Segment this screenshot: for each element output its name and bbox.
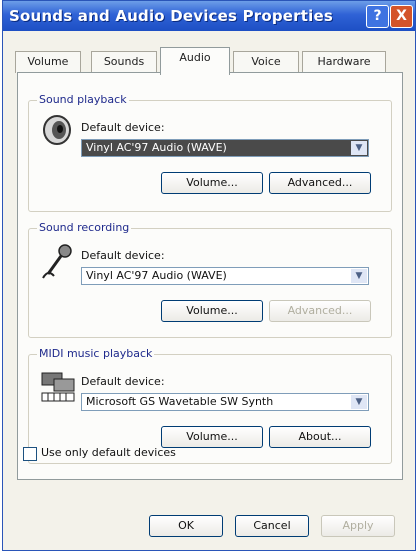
chevron-down-icon[interactable]: ▼ xyxy=(351,269,367,283)
title-bar[interactable]: Sounds and Audio Devices Properties ? X xyxy=(3,1,415,31)
sound-recording-group: Sound recording Default device: Vinyl AC… xyxy=(28,221,392,338)
tab-sounds[interactable]: Sounds xyxy=(91,51,157,73)
sound-playback-group: Sound playback Default device: Vinyl AC'… xyxy=(28,93,392,212)
default-device-label: Default device: xyxy=(81,121,165,134)
selected-value: Vinyl AC'97 Audio (WAVE) xyxy=(86,141,227,154)
checkbox-box[interactable] xyxy=(23,447,37,461)
midi-volume-button[interactable]: Volume... xyxy=(161,426,263,448)
group-label: Sound playback xyxy=(37,93,129,106)
help-button[interactable]: ? xyxy=(366,5,389,28)
cancel-button[interactable]: Cancel xyxy=(235,515,309,537)
recording-volume-button[interactable]: Volume... xyxy=(161,300,263,322)
selected-value: Microsoft GS Wavetable SW Synth xyxy=(86,395,274,408)
playback-advanced-button[interactable]: Advanced... xyxy=(269,172,371,194)
midi-about-button[interactable]: About... xyxy=(269,426,371,448)
chevron-down-icon[interactable]: ▼ xyxy=(351,141,367,155)
midi-device-select[interactable]: Microsoft GS Wavetable SW Synth ▼ xyxy=(81,393,369,411)
group-label: MIDI music playback xyxy=(37,347,155,360)
default-device-label: Default device: xyxy=(81,375,165,388)
checkbox-label: Use only default devices xyxy=(41,446,176,459)
microphone-icon xyxy=(42,244,72,279)
close-button[interactable]: X xyxy=(390,5,413,28)
apply-button: Apply xyxy=(321,515,395,537)
ok-button[interactable]: OK xyxy=(149,515,223,537)
tab-voice[interactable]: Voice xyxy=(233,51,299,73)
group-label: Sound recording xyxy=(37,221,132,234)
tab-volume[interactable]: Volume xyxy=(15,51,81,73)
audio-tab-panel: Sound playback Default device: Vinyl AC'… xyxy=(17,72,403,480)
playback-device-select[interactable]: Vinyl AC'97 Audio (WAVE) ▼ xyxy=(81,139,369,157)
selected-value: Vinyl AC'97 Audio (WAVE) xyxy=(86,269,227,282)
speaker-icon xyxy=(43,115,71,145)
default-device-label: Default device: xyxy=(81,249,165,262)
chevron-down-icon[interactable]: ▼ xyxy=(351,395,367,409)
recording-device-select[interactable]: Vinyl AC'97 Audio (WAVE) ▼ xyxy=(81,267,369,285)
midi-keyboard-icon xyxy=(41,372,75,402)
recording-advanced-button: Advanced... xyxy=(269,300,371,322)
window-title: Sounds and Audio Devices Properties xyxy=(9,7,333,25)
tab-audio[interactable]: Audio xyxy=(160,47,230,75)
tab-hardware[interactable]: Hardware xyxy=(302,51,386,73)
dialog-window: Sounds and Audio Devices Properties ? X … xyxy=(2,0,416,551)
playback-volume-button[interactable]: Volume... xyxy=(161,172,263,194)
